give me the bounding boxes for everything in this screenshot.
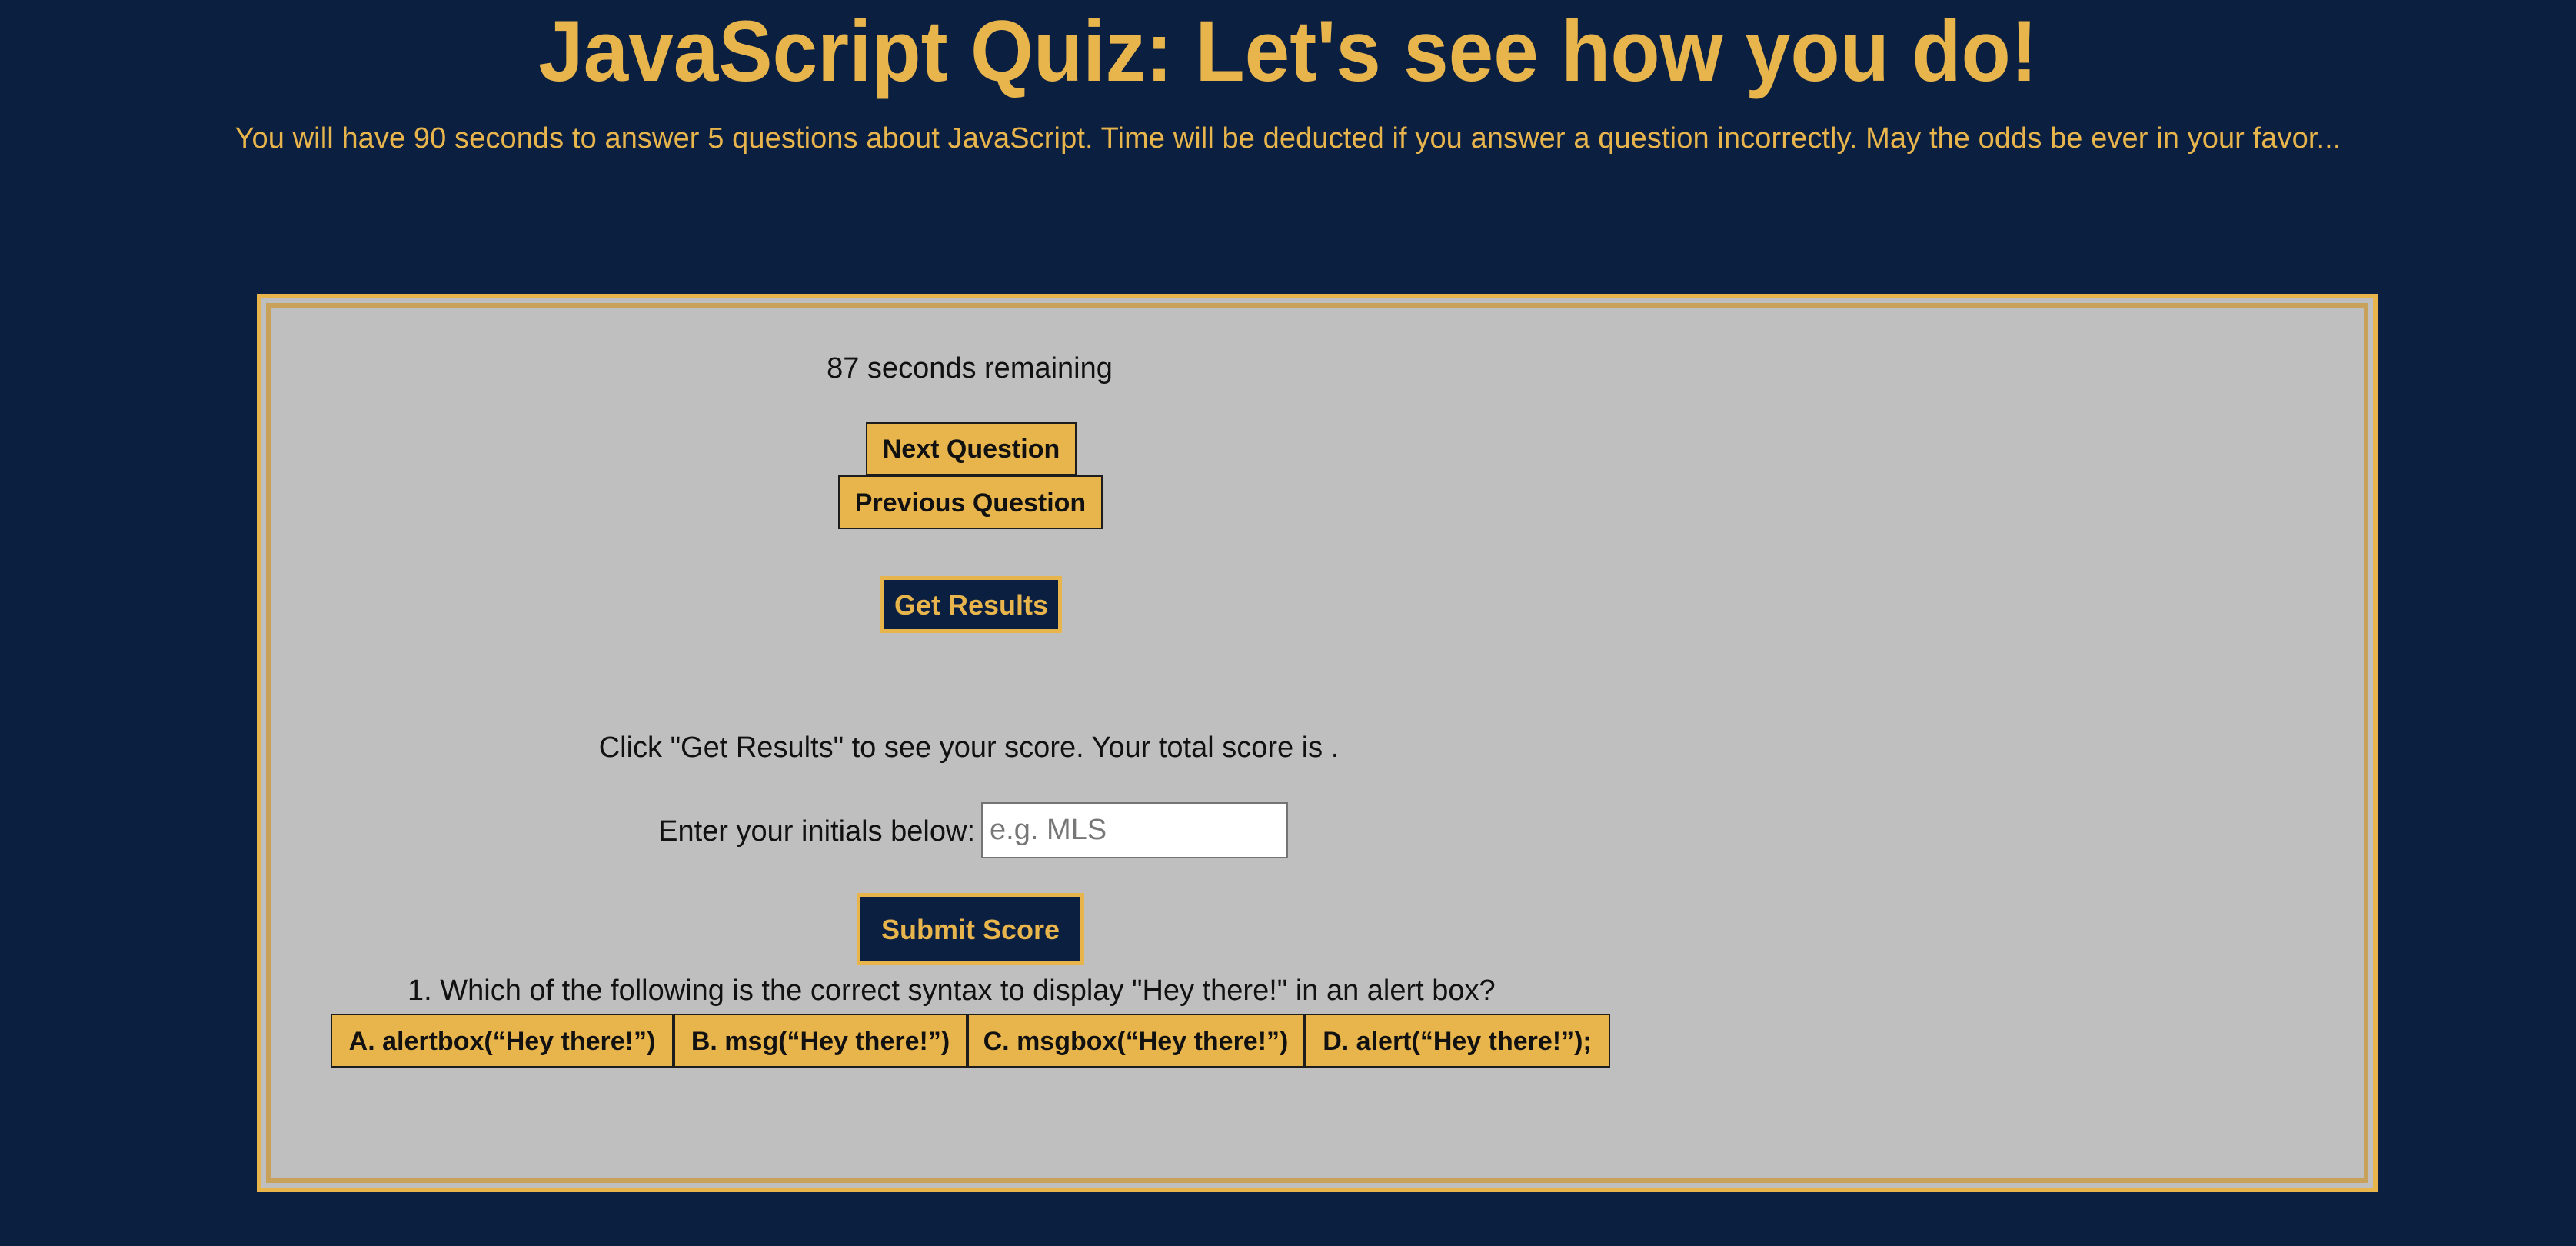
answer-option-c[interactable]: C. msgbox(“Hey there!”) [967, 1014, 1304, 1068]
answer-option-b[interactable]: B. msg(“Hey there!”) [674, 1014, 967, 1068]
answer-option-d[interactable]: D. alert(“Hey there!”); [1304, 1014, 1610, 1068]
submit-score-button[interactable]: Submit Score [857, 893, 1084, 965]
page-title: JavaScript Quiz: Let's see how you do! [538, 3, 2038, 99]
previous-question-button[interactable]: Previous Question [838, 475, 1103, 529]
timer-text: 87 seconds remaining [827, 352, 1113, 385]
page-subtitle: You will have 90 seconds to answer 5 que… [235, 122, 2341, 155]
initials-label: Enter your initials below: [658, 815, 975, 848]
next-question-button[interactable]: Next Question [866, 422, 1077, 475]
score-message: Click "Get Results" to see your score. Y… [598, 731, 1340, 764]
answer-options: A. alertbox(“Hey there!”) B. msg(“Hey th… [331, 1014, 1610, 1068]
get-results-button[interactable]: Get Results [880, 576, 1062, 633]
initials-input[interactable] [981, 802, 1288, 858]
answer-option-a[interactable]: A. alertbox(“Hey there!”) [331, 1014, 674, 1068]
question-text: 1. Which of the following is the correct… [408, 974, 1496, 1007]
